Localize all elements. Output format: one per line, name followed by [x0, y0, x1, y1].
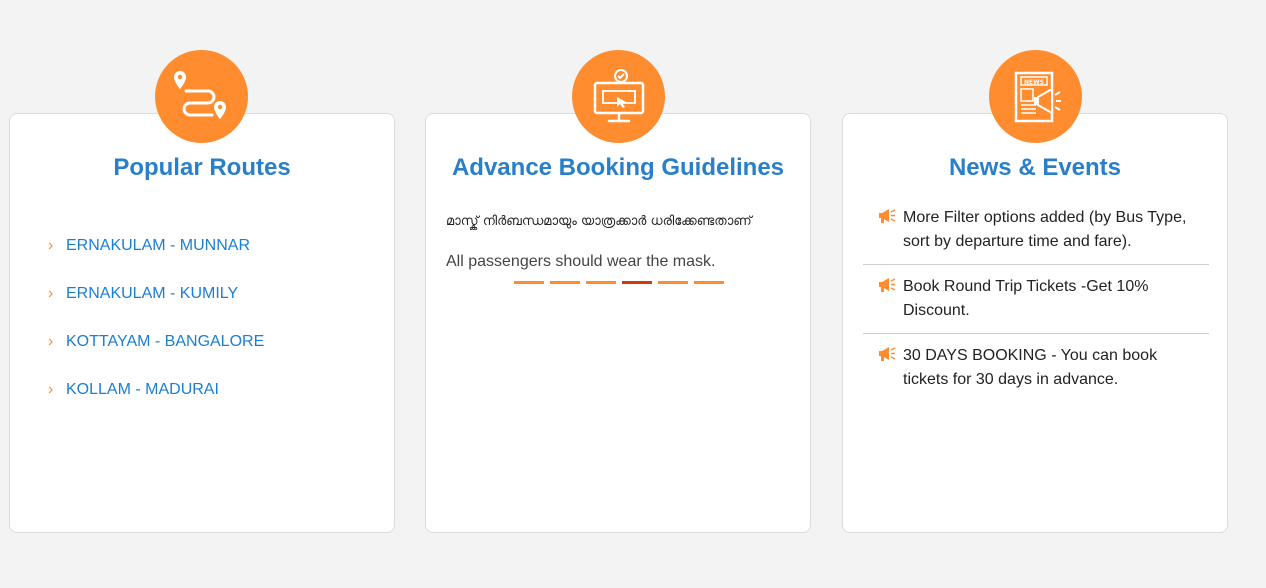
- slide-indicator-active[interactable]: [622, 281, 652, 284]
- news-item[interactable]: Book Round Trip Tickets -Get 10% Discoun…: [863, 265, 1209, 334]
- routes-list: › ERNAKULAM - MUNNAR › ERNAKULAM - KUMIL…: [48, 222, 264, 414]
- news-ticker: More Filter options added (by Bus Type, …: [863, 206, 1209, 392]
- chevron-right-icon: ›: [48, 285, 54, 302]
- popular-routes-title: Popular Routes: [113, 154, 291, 181]
- slide-indicator[interactable]: [550, 281, 580, 284]
- megaphone-icon: [863, 344, 903, 367]
- news-item-text: Book Round Trip Tickets -Get 10% Discoun…: [903, 278, 1149, 319]
- route-item[interactable]: › ERNAKULAM - MUNNAR: [48, 222, 264, 270]
- route-item[interactable]: › ERNAKULAM - KUMILY: [48, 270, 264, 318]
- news-list: More Filter options added (by Bus Type, …: [863, 206, 1209, 392]
- news-item[interactable]: 30 DAYS BOOKING - You can book tickets f…: [863, 334, 1209, 392]
- slide-indicators: [514, 281, 724, 284]
- news-item-text: More Filter options added (by Bus Type, …: [903, 209, 1187, 250]
- booking-guidelines-card: Advance Booking Guidelines മാസ്ക് നിർബന്…: [425, 113, 811, 533]
- route-link[interactable]: KOTTAYAM - BANGALORE: [66, 333, 264, 351]
- guideline-malayalam-text: മാസ്ക് നിർബന്ധമായും യാത്രക്കാർ ധരിക്കേണ്…: [446, 214, 752, 229]
- guidelines-title: Advance Booking Guidelines: [451, 154, 785, 181]
- news-events-card: News & Events More Filter options added …: [842, 113, 1228, 533]
- newspaper-megaphone-icon: NEWS: [989, 50, 1082, 143]
- route-map-icon: [155, 50, 248, 143]
- popular-routes-card: Popular Routes › ERNAKULAM - MUNNAR › ER…: [9, 113, 395, 533]
- route-item[interactable]: › KOTTAYAM - BANGALORE: [48, 318, 264, 366]
- route-item[interactable]: › KOLLAM - MADURAI: [48, 366, 264, 414]
- megaphone-icon: [863, 275, 903, 298]
- slide-indicator[interactable]: [658, 281, 688, 284]
- svg-text:NEWS: NEWS: [1023, 79, 1043, 86]
- route-link[interactable]: ERNAKULAM - KUMILY: [66, 285, 238, 303]
- slide-indicator[interactable]: [694, 281, 724, 284]
- guideline-english-text: All passengers should wear the mask.: [446, 253, 716, 270]
- chevron-right-icon: ›: [48, 333, 54, 350]
- news-item[interactable]: More Filter options added (by Bus Type, …: [863, 206, 1209, 265]
- megaphone-icon: [863, 206, 903, 229]
- slide-indicator[interactable]: [514, 281, 544, 284]
- route-link[interactable]: KOLLAM - MADURAI: [66, 381, 219, 399]
- news-title: News & Events: [948, 154, 1122, 181]
- chevron-right-icon: ›: [48, 381, 54, 398]
- chevron-right-icon: ›: [48, 237, 54, 254]
- monitor-booking-icon: [572, 50, 665, 143]
- news-item-text: 30 DAYS BOOKING - You can book tickets f…: [903, 347, 1158, 388]
- slide-indicator[interactable]: [586, 281, 616, 284]
- route-link[interactable]: ERNAKULAM - MUNNAR: [66, 237, 250, 255]
